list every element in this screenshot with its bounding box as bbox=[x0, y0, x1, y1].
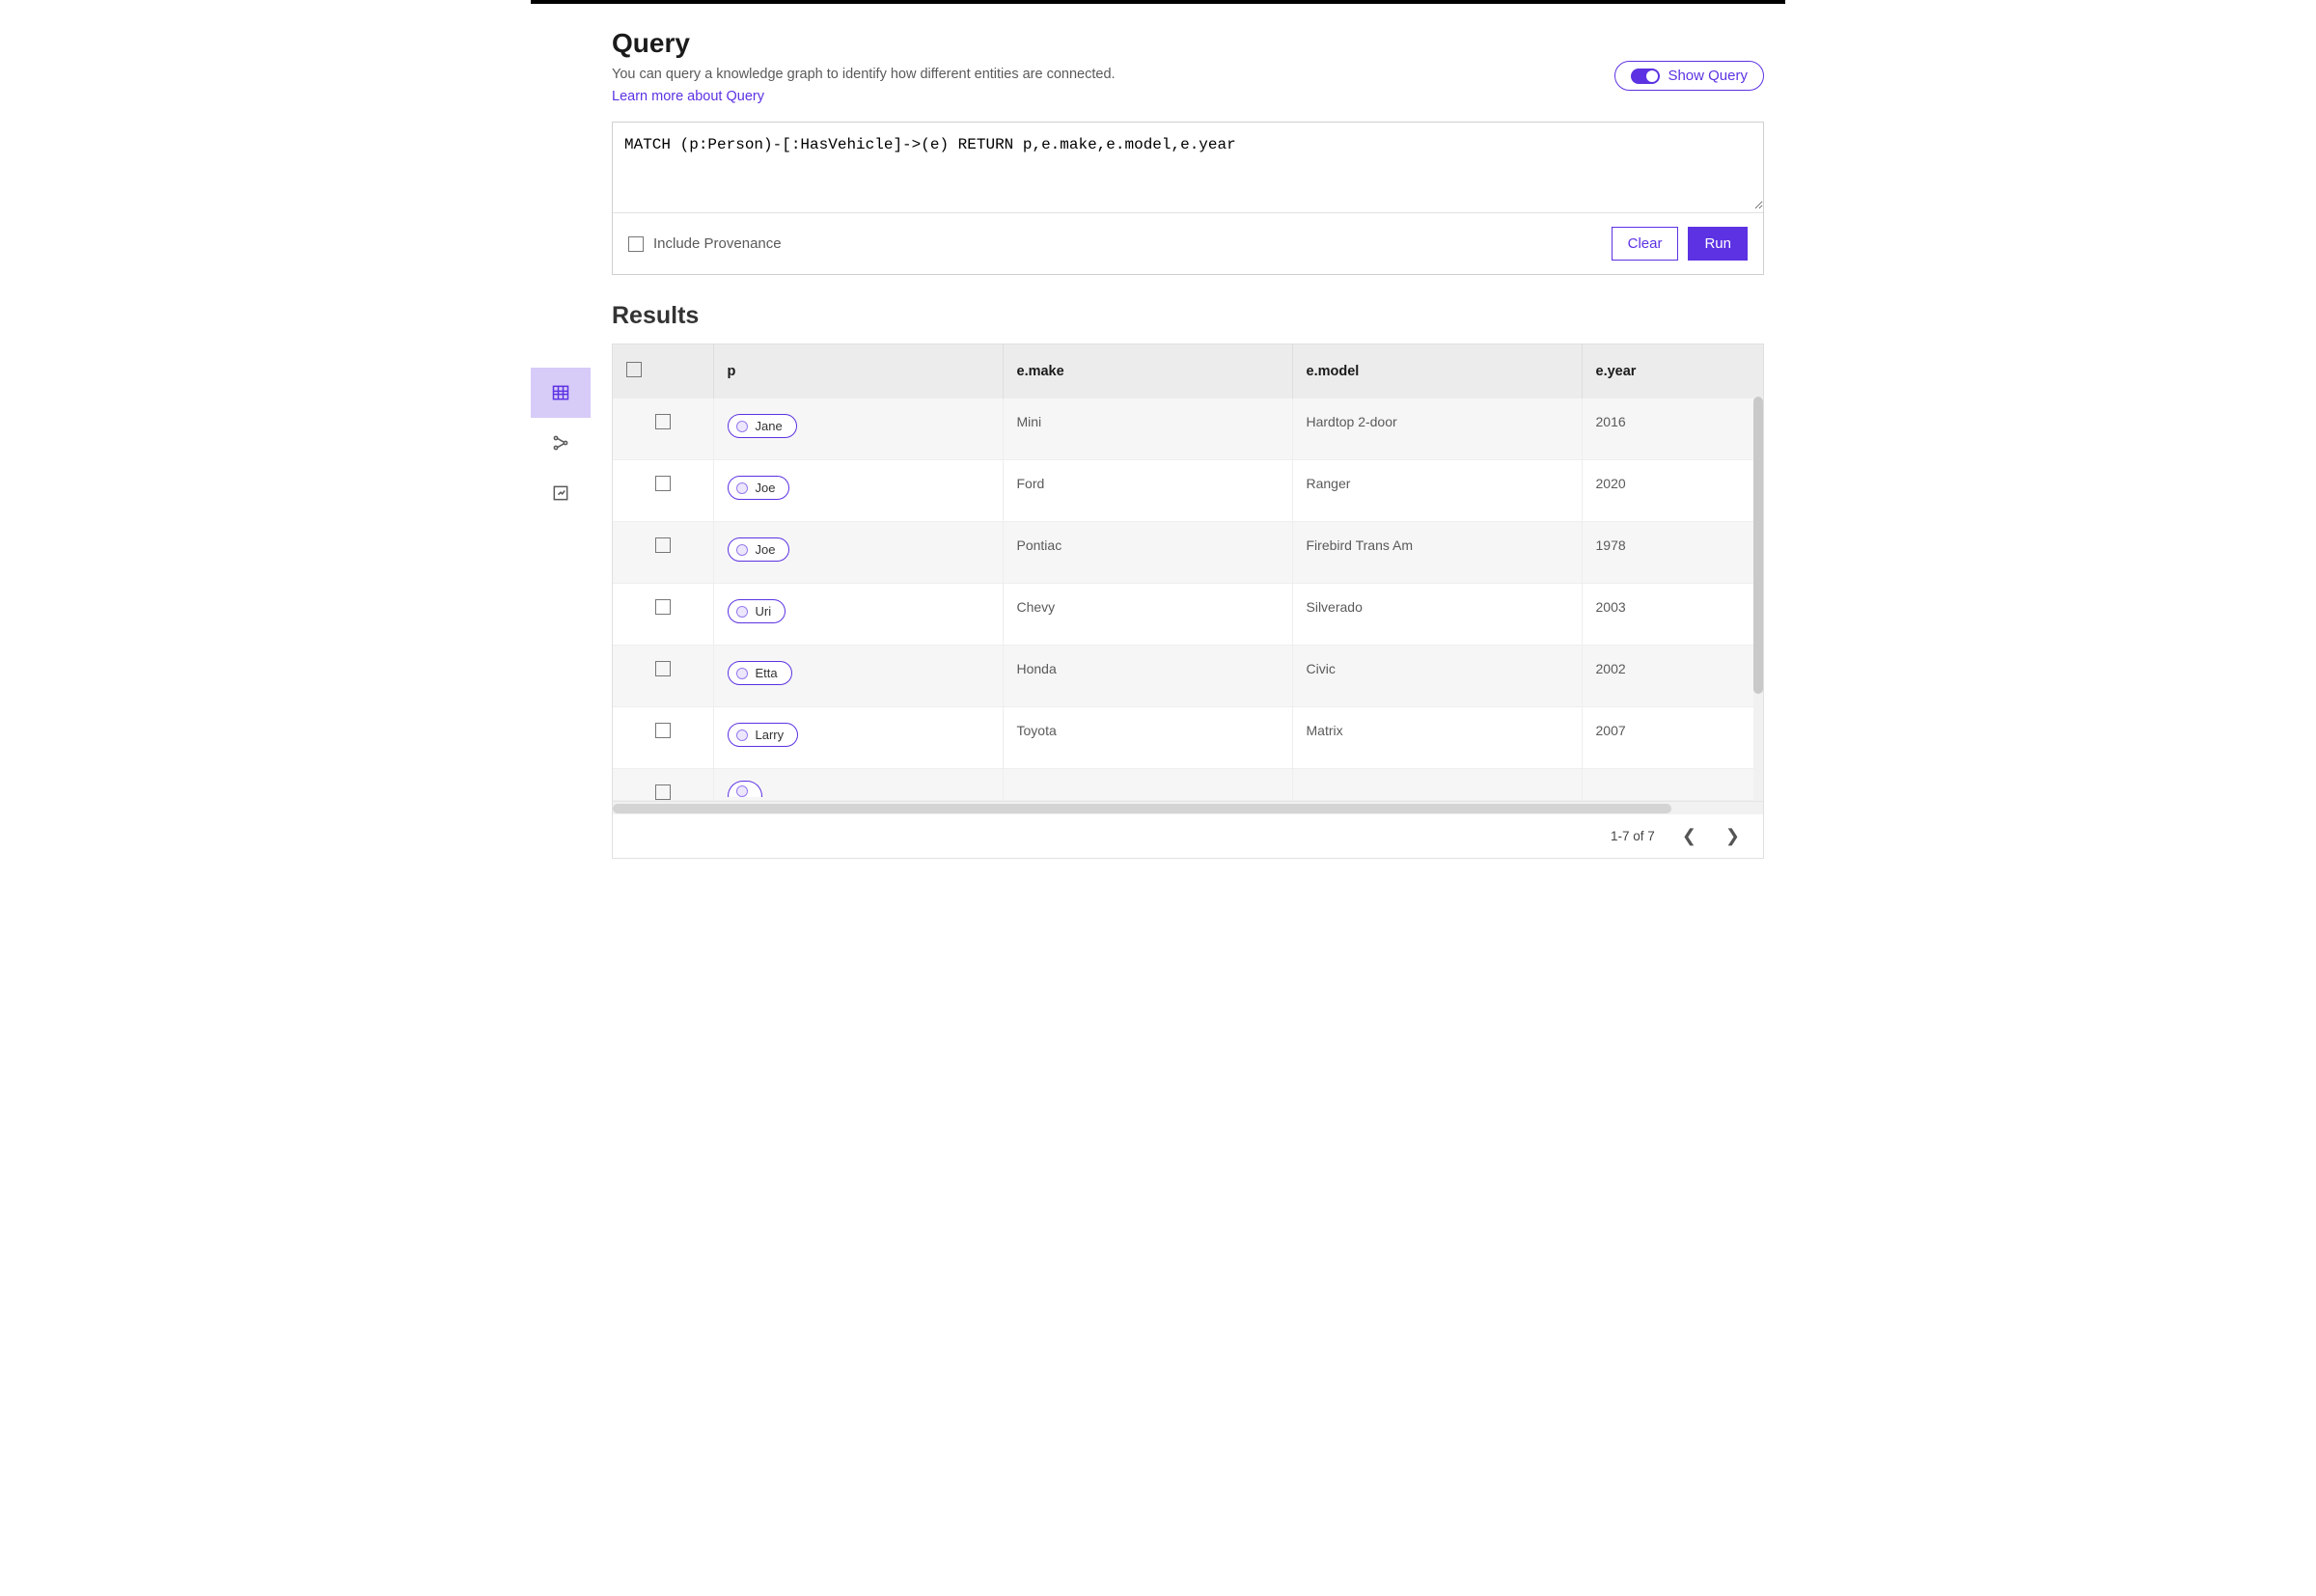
table-row: Joe PontiacFirebird Trans Am1978 bbox=[613, 522, 1763, 584]
query-input[interactable] bbox=[613, 123, 1763, 209]
entity-dot-icon bbox=[736, 729, 748, 741]
cell-year: 1978 bbox=[1582, 522, 1763, 584]
include-provenance-checkbox[interactable] bbox=[628, 236, 644, 252]
show-query-label: Show Query bbox=[1668, 68, 1748, 84]
table-row: Etta HondaCivic2002 bbox=[613, 646, 1763, 707]
run-button[interactable]: Run bbox=[1688, 227, 1748, 261]
horizontal-scrollbar[interactable] bbox=[613, 801, 1763, 814]
entity-dot-icon bbox=[736, 421, 748, 432]
entity-dot-icon bbox=[736, 668, 748, 679]
cell-model: Hardtop 2-door bbox=[1292, 399, 1582, 460]
cell-model: Ranger bbox=[1292, 460, 1582, 522]
toggle-switch-icon bbox=[1631, 69, 1660, 84]
cell-year: 2007 bbox=[1582, 707, 1763, 769]
col-header-year[interactable]: e.year bbox=[1582, 344, 1763, 399]
table-row bbox=[613, 769, 1763, 801]
clear-button[interactable]: Clear bbox=[1612, 227, 1679, 261]
learn-more-link[interactable]: Learn more about Query bbox=[612, 89, 764, 104]
cell-make: Chevy bbox=[1003, 584, 1292, 646]
table-row: Larry ToyotaMatrix2007 bbox=[613, 707, 1763, 769]
results-heading: Results bbox=[612, 302, 1764, 330]
cell-model: Firebird Trans Am bbox=[1292, 522, 1582, 584]
cell-year: 2016 bbox=[1582, 399, 1763, 460]
entity-name: Uri bbox=[756, 604, 772, 619]
entity-chip[interactable]: Larry bbox=[728, 723, 799, 747]
show-query-toggle[interactable]: Show Query bbox=[1614, 61, 1764, 91]
results-table: p e.make e.model e.year Jane MiniHardtop … bbox=[613, 344, 1763, 801]
cell-year: 2002 bbox=[1582, 646, 1763, 707]
entity-chip[interactable]: Joe bbox=[728, 537, 790, 562]
table-row: Uri ChevySilverado2003 bbox=[613, 584, 1763, 646]
row-checkbox[interactable] bbox=[655, 476, 671, 491]
col-header-p[interactable]: p bbox=[713, 344, 1003, 399]
view-export-button[interactable] bbox=[531, 468, 591, 518]
entity-name: Jane bbox=[756, 419, 783, 433]
col-header-model[interactable]: e.model bbox=[1292, 344, 1582, 399]
cell-year: 2020 bbox=[1582, 460, 1763, 522]
entity-name: Larry bbox=[756, 728, 785, 742]
entity-name: Joe bbox=[756, 481, 776, 495]
query-panel: Include Provenance Clear Run bbox=[612, 122, 1764, 275]
graph-icon bbox=[551, 433, 570, 453]
cell-make: Pontiac bbox=[1003, 522, 1292, 584]
export-icon bbox=[551, 483, 570, 503]
entity-dot-icon bbox=[736, 785, 748, 797]
entity-chip[interactable]: Uri bbox=[728, 599, 786, 623]
table-icon bbox=[551, 383, 570, 402]
cell-model: Silverado bbox=[1292, 584, 1582, 646]
view-sidebar bbox=[531, 7, 591, 859]
cell-make: Mini bbox=[1003, 399, 1292, 460]
view-table-button[interactable] bbox=[531, 368, 591, 418]
pager: 1-7 of 7 ❮ ❯ bbox=[613, 814, 1763, 858]
entity-dot-icon bbox=[736, 544, 748, 556]
entity-dot-icon bbox=[736, 482, 748, 494]
row-checkbox[interactable] bbox=[655, 723, 671, 738]
cell-model: Matrix bbox=[1292, 707, 1582, 769]
pager-next[interactable]: ❯ bbox=[1723, 826, 1742, 846]
results-table-container: p e.make e.model e.year Jane MiniHardtop … bbox=[612, 344, 1764, 859]
vertical-scrollbar[interactable] bbox=[1753, 397, 1763, 810]
entity-chip[interactable]: Jane bbox=[728, 414, 797, 438]
select-all-checkbox[interactable] bbox=[626, 362, 642, 377]
page-title: Query bbox=[612, 28, 1764, 59]
entity-chip[interactable] bbox=[728, 781, 762, 797]
page-subtitle: You can query a knowledge graph to ident… bbox=[612, 67, 1764, 82]
row-checkbox[interactable] bbox=[655, 414, 671, 429]
entity-name: Joe bbox=[756, 542, 776, 557]
cell-make: Toyota bbox=[1003, 707, 1292, 769]
table-row: Jane MiniHardtop 2-door2016 bbox=[613, 399, 1763, 460]
table-row: Joe FordRanger2020 bbox=[613, 460, 1763, 522]
entity-chip[interactable]: Etta bbox=[728, 661, 792, 685]
view-graph-button[interactable] bbox=[531, 418, 591, 468]
entity-chip[interactable]: Joe bbox=[728, 476, 790, 500]
cell-make: Ford bbox=[1003, 460, 1292, 522]
cell-year: 2003 bbox=[1582, 584, 1763, 646]
cell-model: Civic bbox=[1292, 646, 1582, 707]
include-provenance-label: Include Provenance bbox=[653, 235, 782, 252]
entity-dot-icon bbox=[736, 606, 748, 618]
row-checkbox[interactable] bbox=[655, 661, 671, 676]
entity-name: Etta bbox=[756, 666, 778, 680]
col-header-make[interactable]: e.make bbox=[1003, 344, 1292, 399]
cell-make: Honda bbox=[1003, 646, 1292, 707]
pager-range: 1-7 of 7 bbox=[1611, 829, 1655, 843]
row-checkbox[interactable] bbox=[655, 599, 671, 615]
row-checkbox[interactable] bbox=[655, 537, 671, 553]
row-checkbox[interactable] bbox=[655, 784, 671, 800]
pager-prev[interactable]: ❮ bbox=[1680, 826, 1698, 846]
